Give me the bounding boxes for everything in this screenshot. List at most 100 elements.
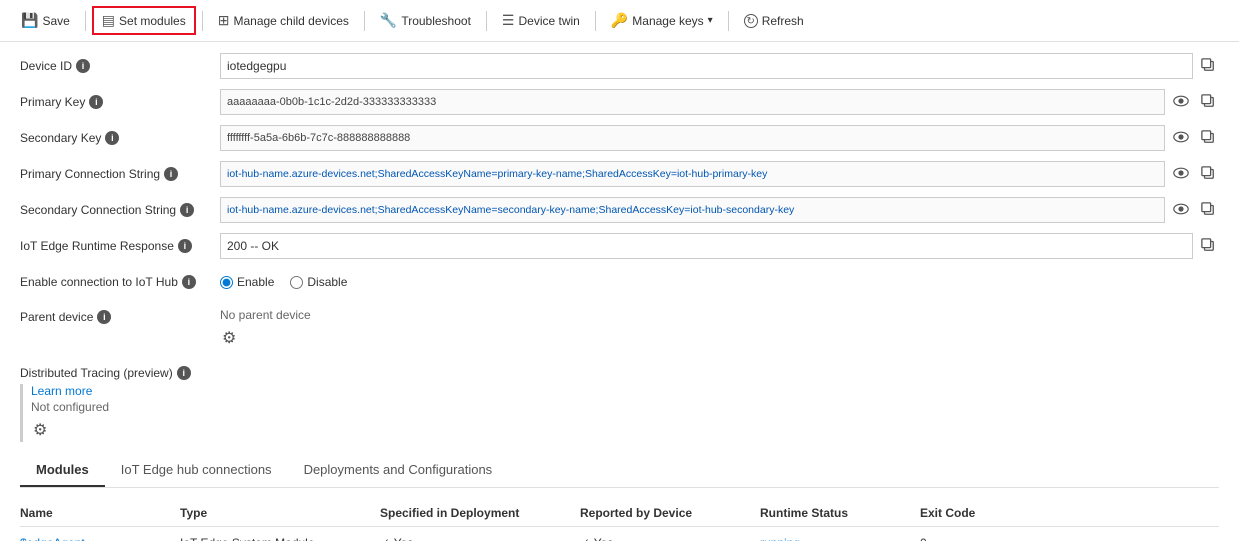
row1-specified: ✓ Yes <box>380 535 580 541</box>
row1-specified-text: Yes <box>394 536 414 541</box>
iot-edge-runtime-info-icon[interactable]: i <box>178 239 192 253</box>
col-header-name: Name <box>20 506 180 520</box>
manage-keys-icon: 🔑 <box>611 12 628 29</box>
col-header-specified: Specified in Deployment <box>380 506 580 520</box>
primary-connection-string-row: Primary Connection String i <box>20 160 1219 188</box>
enable-radio[interactable] <box>220 276 233 289</box>
troubleshoot-button[interactable]: 🔧 Troubleshoot <box>371 7 480 34</box>
parent-device-label: Parent device i <box>20 308 220 324</box>
secondary-connection-string-copy-button[interactable] <box>1197 200 1219 221</box>
tab-iot-edge-hub[interactable]: IoT Edge hub connections <box>105 454 288 487</box>
manage-child-button[interactable]: ⊞ Manage child devices <box>209 7 358 34</box>
refresh-button[interactable]: ↻ Refresh <box>735 9 813 33</box>
save-button[interactable]: 💾 Save <box>12 7 79 34</box>
device-twin-button[interactable]: ☰ Device twin <box>493 7 589 34</box>
enable-connection-row: Enable connection to IoT Hub i Enable Di… <box>20 268 1219 296</box>
secondary-connection-string-input-wrap <box>220 197 1219 223</box>
device-id-copy-button[interactable] <box>1197 56 1219 77</box>
primary-connection-string-info-icon[interactable]: i <box>164 167 178 181</box>
primary-key-info-icon[interactable]: i <box>89 95 103 109</box>
parent-device-info-icon[interactable]: i <box>97 310 111 324</box>
separator-1 <box>85 11 86 31</box>
primary-key-copy-button[interactable] <box>1197 92 1219 113</box>
secondary-key-info-icon[interactable]: i <box>105 131 119 145</box>
dropdown-chevron: ▾ <box>708 15 713 26</box>
row1-exit-code: 0 <box>920 536 1020 542</box>
distributed-tracing-info-icon[interactable]: i <box>177 366 191 380</box>
not-configured-text: Not configured <box>31 400 1219 414</box>
separator-6 <box>728 11 729 31</box>
device-id-row: Device ID i <box>20 52 1219 80</box>
enable-connection-label: Enable connection to IoT Hub i <box>20 275 220 289</box>
row1-type: IoT Edge System Module <box>180 536 380 542</box>
device-id-info-icon[interactable]: i <box>76 59 90 73</box>
tab-modules[interactable]: Modules <box>20 454 105 487</box>
col-header-reported: Reported by Device <box>580 506 760 520</box>
secondary-key-input[interactable] <box>220 125 1165 151</box>
enable-connection-radio-group: Enable Disable <box>220 271 347 293</box>
toolbar: 💾 Save ▤ Set modules ⊞ Manage child devi… <box>0 0 1239 42</box>
device-twin-icon: ☰ <box>502 12 515 29</box>
disable-radio[interactable] <box>290 276 303 289</box>
save-icon: 💾 <box>21 12 38 29</box>
primary-key-label: Primary Key i <box>20 95 220 109</box>
secondary-key-row: Secondary Key i <box>20 124 1219 152</box>
refresh-label: Refresh <box>762 14 804 28</box>
separator-2 <box>202 11 203 31</box>
disable-radio-label[interactable]: Disable <box>290 275 347 289</box>
iot-edge-runtime-input[interactable] <box>220 233 1193 259</box>
tab-deployments[interactable]: Deployments and Configurations <box>288 454 509 487</box>
col-header-exit: Exit Code <box>920 506 1020 520</box>
no-parent-text: No parent device <box>220 308 1219 322</box>
manage-child-icon: ⊞ <box>218 12 230 29</box>
modules-table: Name Type Specified in Deployment Report… <box>20 500 1219 541</box>
iot-edge-runtime-row: IoT Edge Runtime Response i <box>20 232 1219 260</box>
primary-connection-string-eye-button[interactable] <box>1169 164 1193 184</box>
row1-reported-text: Yes <box>594 536 614 541</box>
table-header: Name Type Specified in Deployment Report… <box>20 500 1219 527</box>
main-content: Device ID i Primary Key i Seconda <box>0 42 1239 541</box>
row1-runtime: running <box>760 535 920 541</box>
distributed-tracing-details: Learn more Not configured ⚙ <box>20 384 1219 442</box>
enable-connection-info-icon[interactable]: i <box>182 275 196 289</box>
row1-runtime-status[interactable]: running <box>760 536 800 541</box>
set-modules-button[interactable]: ▤ Set modules <box>92 6 196 35</box>
secondary-key-input-wrap <box>220 125 1219 151</box>
enable-radio-label[interactable]: Enable <box>220 275 274 289</box>
learn-more-link[interactable]: Learn more <box>31 384 1219 398</box>
secondary-key-label: Secondary Key i <box>20 131 220 145</box>
iot-edge-runtime-input-wrap <box>220 233 1219 259</box>
primary-connection-string-copy-button[interactable] <box>1197 164 1219 185</box>
refresh-icon: ↻ <box>744 14 758 28</box>
troubleshoot-label: Troubleshoot <box>401 14 471 28</box>
secondary-connection-string-eye-button[interactable] <box>1169 200 1193 220</box>
iot-edge-runtime-label: IoT Edge Runtime Response i <box>20 239 220 253</box>
secondary-key-eye-button[interactable] <box>1169 128 1193 148</box>
separator-3 <box>364 11 365 31</box>
primary-connection-string-input[interactable] <box>220 161 1165 187</box>
primary-key-input[interactable] <box>220 89 1165 115</box>
row1-name: $edgeAgent <box>20 535 180 541</box>
device-id-input[interactable] <box>220 53 1193 79</box>
device-id-label: Device ID i <box>20 59 220 73</box>
secondary-connection-string-input[interactable] <box>220 197 1165 223</box>
distributed-tracing-gear-button[interactable]: ⚙ <box>31 418 49 442</box>
primary-key-input-wrap <box>220 89 1219 115</box>
row1-reported-checkmark: ✓ <box>580 536 590 541</box>
save-label: Save <box>42 14 69 28</box>
row1-name-link[interactable]: $edgeAgent <box>20 536 85 541</box>
primary-key-row: Primary Key i <box>20 88 1219 116</box>
primary-connection-string-input-wrap <box>220 161 1219 187</box>
tabs-bar: Modules IoT Edge hub connections Deploym… <box>20 454 1219 488</box>
primary-key-eye-button[interactable] <box>1169 92 1193 112</box>
iot-edge-runtime-copy-button[interactable] <box>1197 236 1219 257</box>
manage-keys-button[interactable]: 🔑 Manage keys ▾ <box>602 7 722 34</box>
secondary-connection-string-info-icon[interactable]: i <box>180 203 194 217</box>
parent-device-gear-button[interactable]: ⚙ <box>220 326 238 350</box>
device-id-input-wrap <box>220 53 1219 79</box>
distributed-tracing-section: Distributed Tracing (preview) i Learn mo… <box>20 366 1219 442</box>
secondary-key-copy-button[interactable] <box>1197 128 1219 149</box>
secondary-connection-string-label: Secondary Connection String i <box>20 203 220 217</box>
parent-device-section: No parent device ⚙ <box>220 308 1219 350</box>
manage-keys-label: Manage keys <box>632 14 703 28</box>
